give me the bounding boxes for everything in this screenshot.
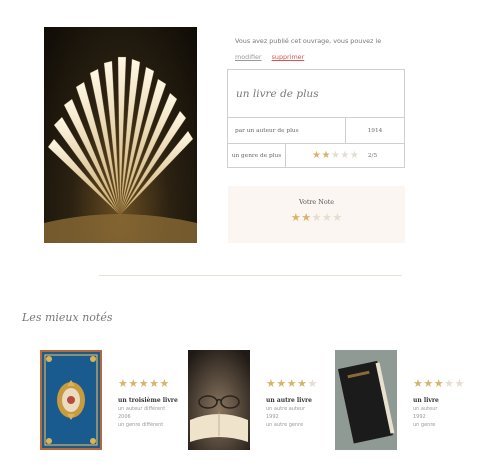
- star-icon: ★: [307, 377, 318, 390]
- card-year: 2006: [118, 414, 131, 420]
- top-rated-heading: Les mieux notés: [22, 311, 113, 324]
- book-cover-image: [40, 350, 102, 450]
- card-author: un auteur: [413, 406, 438, 412]
- book-year: 1914: [367, 127, 383, 134]
- owner-notice: Vous avez publié cet ouvrage, vous pouve…: [235, 33, 381, 65]
- star-icon[interactable]: ★: [301, 212, 311, 223]
- star-icon: ★: [276, 377, 287, 390]
- star-icon: ★: [454, 377, 465, 390]
- book-rating: ★ ★ ★ ★ ★ 2/5: [286, 144, 404, 168]
- edit-link[interactable]: modifier: [235, 49, 262, 65]
- star-icon: ★: [312, 150, 321, 161]
- card-rating-stars: ★ ★ ★ ★ ★: [266, 378, 317, 389]
- card-title: un troisième livre: [118, 397, 178, 404]
- star-icon: ★: [159, 377, 170, 390]
- book-title: un livre de plus: [228, 70, 404, 118]
- card-genre: un genre: [413, 422, 436, 428]
- delete-link[interactable]: supprimer: [272, 49, 305, 65]
- book-author: par un auteur de plus: [228, 118, 346, 143]
- star-icon: ★: [330, 150, 340, 161]
- card-author: un autre auteur: [266, 406, 306, 412]
- book-cover-image: [44, 27, 197, 243]
- star-icon[interactable]: ★: [312, 212, 322, 223]
- card-title: un autre livre: [266, 397, 312, 404]
- star-icon: ★: [118, 377, 128, 390]
- owner-notice-text: Vous avez publié cet ouvrage, vous pouve…: [235, 37, 382, 45]
- card-author: un auteur différent: [118, 406, 166, 412]
- star-icon: ★: [149, 377, 159, 390]
- card-title: un livre: [413, 397, 439, 404]
- book-info-table: un livre de plus par un auteur de plus 1…: [227, 69, 405, 168]
- card-rating-stars: ★ ★ ★ ★ ★: [413, 378, 464, 389]
- star-icon: ★: [128, 377, 139, 390]
- star-icon[interactable]: ★: [322, 212, 332, 223]
- star-icon: ★: [286, 377, 297, 390]
- star-icon: ★: [349, 150, 359, 161]
- card-year: 1992: [266, 414, 279, 420]
- rating-text: 2/5: [367, 153, 378, 159]
- star-icon[interactable]: ★: [291, 212, 301, 223]
- top-rated-card[interactable]: ★ ★ ★ ★ ★ un autre livre un autre auteur 199…: [188, 350, 338, 450]
- section-divider: [99, 275, 402, 276]
- star-icon: ★: [433, 377, 444, 390]
- star-icon: ★: [138, 377, 149, 390]
- star-icon: ★: [321, 150, 331, 161]
- vote-label: Votre Note: [298, 198, 335, 206]
- card-genre: un autre genre: [266, 422, 304, 428]
- star-icon: ★: [297, 377, 307, 390]
- star-icon: ★: [266, 377, 276, 390]
- book-genre: un genre de plus: [228, 144, 286, 168]
- star-icon[interactable]: ★: [332, 212, 342, 223]
- vote-box: Votre Note ★ ★ ★ ★ ★: [228, 186, 405, 243]
- star-icon: ★: [340, 150, 350, 161]
- book-cover-image: [335, 350, 397, 450]
- vote-stars[interactable]: ★ ★ ★ ★ ★: [291, 212, 342, 223]
- star-icon: ★: [423, 377, 434, 390]
- top-rated-card[interactable]: ★ ★ ★ ★ ★ un livre un auteur 1992 un genre: [335, 350, 485, 450]
- card-year: 1992: [413, 414, 426, 420]
- rating-stars: ★ ★ ★ ★ ★: [312, 151, 359, 161]
- book-cover-image: [188, 350, 250, 450]
- card-genre: un genre différent: [118, 422, 164, 428]
- card-rating-stars: ★ ★ ★ ★ ★: [118, 378, 169, 389]
- star-icon: ★: [413, 377, 423, 390]
- top-rated-card[interactable]: ★ ★ ★ ★ ★ un troisième livre un auteur diffé…: [40, 350, 190, 450]
- star-icon: ★: [444, 377, 454, 390]
